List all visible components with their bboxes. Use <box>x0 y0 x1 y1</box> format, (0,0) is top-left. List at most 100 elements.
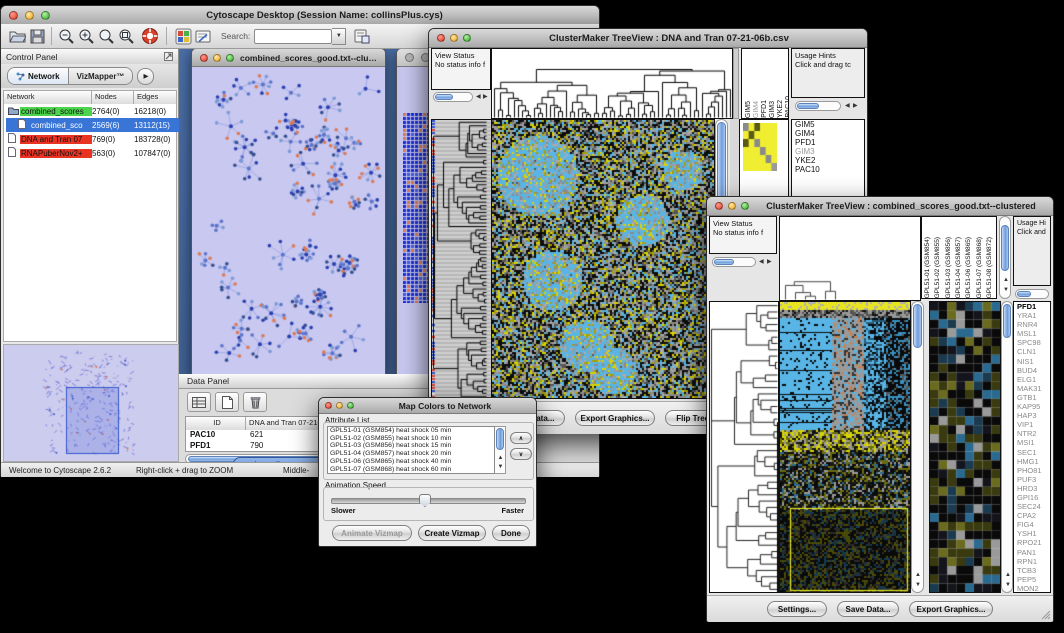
treeview2-summary-scrollbar[interactable]: ▲ ▼ <box>1001 301 1013 593</box>
help-lifebuoy-icon[interactable] <box>140 26 160 46</box>
zoom-button[interactable] <box>226 54 234 62</box>
treeview2-heatmap[interactable] <box>779 301 911 593</box>
tab-network[interactable]: Network <box>8 68 69 84</box>
treeview2-hints-scrollbar[interactable] <box>1015 289 1049 299</box>
gene-label[interactable]: YRA1 <box>1014 311 1050 320</box>
scroll-left-icon[interactable]: ◀ <box>845 103 850 109</box>
gene-label[interactable]: BUD4 <box>1014 366 1050 375</box>
data-col-id[interactable]: ID <box>186 417 246 430</box>
gene-label[interactable]: CLN1 <box>1014 347 1050 356</box>
gene-label[interactable]: GTB1 <box>1014 393 1050 402</box>
close-button[interactable] <box>9 11 18 20</box>
save-data-button[interactable]: Save Data... <box>837 601 899 617</box>
gene-label[interactable]: RPN1 <box>1014 557 1050 566</box>
network-canvas-1[interactable] <box>192 67 383 374</box>
float-panel-icon[interactable] <box>164 48 173 66</box>
treeview1-column-labels[interactable]: GIM5GIM4PFD1GIM3YKE2PAC10 <box>741 48 789 119</box>
gene-label[interactable]: PFD1 <box>792 138 864 147</box>
gene-label[interactable]: PFD1 <box>1014 302 1050 311</box>
gene-label[interactable]: RNR4 <box>1014 320 1050 329</box>
treeview1-row-dendrogram[interactable] <box>431 119 492 399</box>
gene-label[interactable]: YSH1 <box>1014 529 1050 538</box>
map-dialog-titlebar[interactable]: Map Colors to Network <box>319 398 536 414</box>
zoom-button[interactable] <box>463 34 471 42</box>
minimize-button[interactable] <box>336 402 343 409</box>
gene-label[interactable]: HMG1 <box>1014 457 1050 466</box>
gene-label[interactable]: PHO81 <box>1014 466 1050 475</box>
gene-label[interactable]: HAP3 <box>1014 411 1050 420</box>
col-header-nodes[interactable]: Nodes <box>92 91 134 104</box>
done-button[interactable]: Done <box>492 525 530 541</box>
zoom-button[interactable] <box>741 202 749 210</box>
move-down-button[interactable]: ∨ <box>510 448 532 460</box>
create-vizmap-button[interactable]: Create Vizmap <box>418 525 486 541</box>
gene-label[interactable]: PAC10 <box>792 165 864 174</box>
zoom-in-icon[interactable] <box>76 26 96 46</box>
scroll-left-icon[interactable]: ◀ <box>759 259 764 265</box>
settings-button[interactable]: Settings... <box>767 601 827 617</box>
zoom-button[interactable] <box>347 402 354 409</box>
zoom-fit-icon[interactable] <box>96 26 116 46</box>
zoom-selected-icon[interactable] <box>116 26 136 46</box>
minimize-button[interactable] <box>728 202 736 210</box>
network-window-1-titlebar[interactable]: combined_scores_good.txt--cluste... <box>192 49 385 67</box>
new-attribute-icon[interactable] <box>215 392 239 412</box>
minimize-button[interactable] <box>25 11 34 20</box>
minimize-button[interactable] <box>213 54 221 62</box>
treeview1-hints-scrollbar[interactable] <box>795 101 841 111</box>
close-button[interactable] <box>200 54 208 62</box>
gene-label[interactable]: SEC1 <box>1014 448 1050 457</box>
zoom-button[interactable] <box>41 11 50 20</box>
gene-label[interactable]: MAK31 <box>1014 384 1050 393</box>
treeview2-column-labels[interactable]: GPL51-01 (GSM854)GPL51-02 (GSM855)GPL51-… <box>921 216 997 299</box>
treeview1-heatmap[interactable] <box>491 119 715 399</box>
gene-label[interactable]: RPO21 <box>1014 538 1050 547</box>
tab-vizmapper[interactable]: VizMapper™ <box>69 68 133 84</box>
close-button[interactable] <box>405 53 414 62</box>
delete-attribute-icon[interactable] <box>243 392 267 412</box>
scroll-right-icon[interactable]: ▶ <box>767 259 772 265</box>
gene-label[interactable]: GIM4 <box>792 129 864 138</box>
attribute-item[interactable]: GPL51-06 (GSM865) heat shock 40 min <box>330 458 494 466</box>
gene-label[interactable]: HRD3 <box>1014 484 1050 493</box>
import-table-icon[interactable] <box>352 26 372 46</box>
annotation-icon[interactable] <box>193 26 213 46</box>
gene-label[interactable]: SPC98 <box>1014 338 1050 347</box>
zoom-out-icon[interactable] <box>56 26 76 46</box>
resize-grip-icon[interactable] <box>1041 610 1051 620</box>
attribute-item[interactable]: GPL51-04 (GSM857) heat shock 20 min <box>330 450 494 458</box>
network-row[interactable]: combined_sco2569(6)13112(15) <box>6 118 180 132</box>
save-session-icon[interactable] <box>27 26 47 46</box>
gene-label[interactable]: GPI16 <box>1014 493 1050 502</box>
close-button[interactable] <box>437 34 445 42</box>
gene-label[interactable]: YKE2 <box>792 156 864 165</box>
gene-label[interactable]: PUF3 <box>1014 475 1050 484</box>
gene-label[interactable]: MSL1 <box>1014 329 1050 338</box>
search-input[interactable] <box>254 29 332 44</box>
gene-label[interactable]: MSI1 <box>1014 438 1050 447</box>
close-button[interactable] <box>715 202 723 210</box>
treeview2-gene-list[interactable]: PFD1YRA1RNR4MSL1SPC98CLN1NIS1BUD4ELG1MAK… <box>1013 301 1051 593</box>
gene-label[interactable]: PAN1 <box>1014 548 1050 557</box>
scroll-right-icon[interactable]: ▶ <box>483 94 488 100</box>
scroll-right-icon[interactable]: ▶ <box>853 103 858 109</box>
network-overview[interactable] <box>3 344 179 462</box>
close-button[interactable] <box>325 402 332 409</box>
gene-label[interactable]: GIM3 <box>792 147 864 156</box>
network-row[interactable]: RNAPuberNov2+563(0)107847(0) <box>6 146 180 160</box>
tab-overflow-button[interactable]: ▶ <box>137 68 154 85</box>
gene-label[interactable]: SEC24 <box>1014 502 1050 511</box>
treeview2-labels-scrollbar[interactable]: ▲ ▼ <box>999 216 1011 299</box>
scroll-left-icon[interactable]: ◀ <box>476 94 481 100</box>
treeview2-vscrollbar[interactable]: ▲ ▼ <box>911 301 924 593</box>
gene-label[interactable]: GIM5 <box>792 120 864 129</box>
node-mapper-icon[interactable] <box>173 26 193 46</box>
gene-label[interactable]: NIS1 <box>1014 357 1050 366</box>
treeview1-summary-heatmap[interactable] <box>743 123 777 171</box>
gene-label[interactable]: VIP1 <box>1014 420 1050 429</box>
minimize-button[interactable] <box>450 34 458 42</box>
attribute-item[interactable]: GPL51-07 (GSM868) heat shock 60 min <box>330 466 494 474</box>
treeview1-titlebar[interactable]: ClusterMaker TreeView : DNA and Tran 07-… <box>429 29 867 48</box>
treeview1-column-dendrogram[interactable] <box>491 48 733 119</box>
attribute-item[interactable]: GPL51-03 (GSM856) heat shock 15 min <box>330 442 494 450</box>
